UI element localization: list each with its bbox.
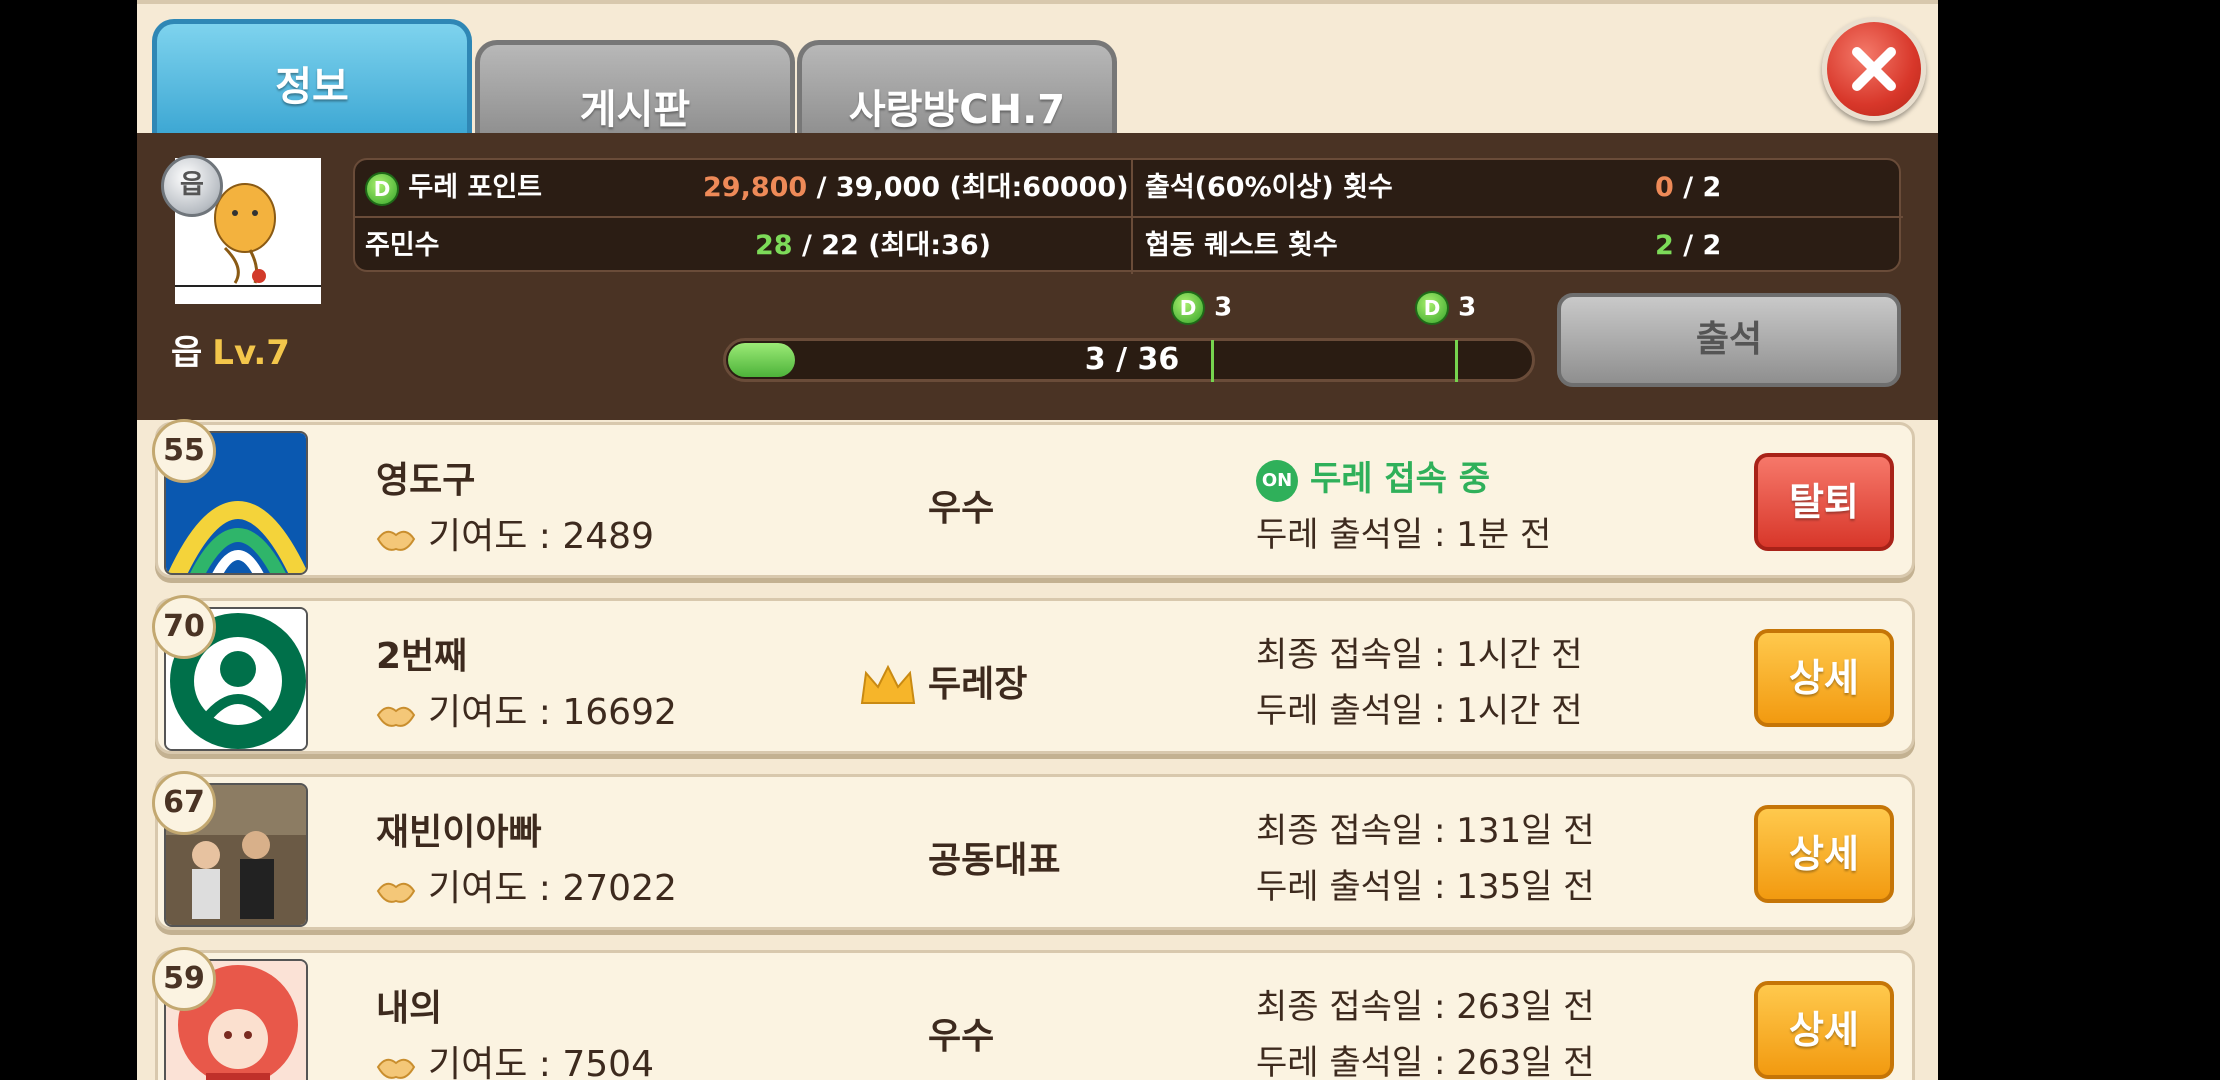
attendance-progress-bar: 3 / 36 <box>723 338 1535 382</box>
handshake-icon <box>376 882 416 903</box>
reward-marker: D 3 <box>1171 291 1232 325</box>
stat-coop-value: 2 / 2 <box>1655 218 1721 274</box>
member-row: 59 내의 기여도 : 7504 우수 최종 접속일 : 263일 전 두레 출… <box>152 947 1915 1080</box>
member-level-badge: 67 <box>152 771 216 835</box>
member-status-line2: 두레 출석일 : 263일 전 <box>1256 1043 1595 1080</box>
stat-label: 출석(60%이상) 횟수 <box>1145 172 1393 203</box>
handshake-icon <box>376 706 416 727</box>
contribution-text: 기여도 : 7504 <box>428 1044 654 1080</box>
divider <box>1131 160 1133 274</box>
guild-level: 읍 Lv.7 <box>171 325 290 374</box>
stat-attendance-label: 출석(60%이상) 횟수 <box>1145 160 1393 216</box>
member-role: 공동대표 <box>928 840 1061 881</box>
attend-button[interactable]: 출석 <box>1557 293 1901 387</box>
stat-rest: / 2 <box>1683 172 1722 203</box>
reward-value: 3 <box>1458 292 1477 323</box>
member-contribution: 기여도 : 16692 <box>376 683 677 735</box>
close-icon <box>1852 47 1896 91</box>
member-role: 우수 <box>928 488 995 529</box>
stat-current: 29,800 <box>703 172 808 203</box>
reward-marker: D 3 <box>1415 291 1476 325</box>
member-status-line1: 최종 접속일 : 1시간 전 <box>1256 635 1583 675</box>
grade-badge: 읍 <box>161 155 223 217</box>
member-status-line1: 최종 접속일 : 263일 전 <box>1256 987 1595 1027</box>
contribution-text: 기여도 : 16692 <box>428 692 677 733</box>
stat-label: 주민수 <box>365 230 440 261</box>
contribution-text: 기여도 : 2489 <box>428 516 654 557</box>
stat-points-label: D 두레 포인트 <box>365 160 542 216</box>
detail-button[interactable]: 상세 <box>1754 981 1894 1079</box>
member-contribution: 기여도 : 7504 <box>376 1035 654 1080</box>
guild-level-value: Lv.7 <box>212 333 290 373</box>
progress-text: 3 / 36 <box>1084 342 1180 377</box>
handshake-icon <box>376 530 416 551</box>
member-status-line2: 두레 출석일 : 1분 전 <box>1256 515 1552 555</box>
member-name: 재빈이아빠 <box>376 812 542 853</box>
stats-box: D 두레 포인트 29,800 / 39,000 (최대:60000) 주민수 … <box>353 158 1903 274</box>
detail-button[interactable]: 상세 <box>1754 805 1894 903</box>
stat-members-value: 28 / 22 (최대:36) <box>755 218 991 274</box>
member-row: 70 2번째 기여도 : 16692 두레장 최종 접속일 : 1시간 전 두레… <box>152 595 1915 754</box>
guild-info-panel: 읍 읍 Lv.7 D 두레 포인트 29,800 / 39,000 (최대:600… <box>137 133 1938 420</box>
member-status-line2: 두레 출석일 : 1시간 전 <box>1256 691 1583 731</box>
member-row: 55 영도구 기여도 : 2489 우수 ON 두레 접속 중 두레 출석일 : … <box>152 419 1915 578</box>
contribution-text: 기여도 : 27022 <box>428 868 677 909</box>
tab-info[interactable]: 정보 <box>152 19 472 139</box>
member-name: 내의 <box>376 988 443 1029</box>
member-role: 우수 <box>928 1016 995 1057</box>
close-button[interactable] <box>1822 17 1926 121</box>
tab-board[interactable]: 게시판 <box>475 40 795 140</box>
member-status-line2: 두레 출석일 : 135일 전 <box>1256 867 1595 907</box>
d-point-icon: D <box>365 171 399 206</box>
crown-icon <box>860 664 916 704</box>
stat-rest: / 39,000 (최대:60000) <box>816 172 1129 203</box>
member-contribution: 기여도 : 27022 <box>376 859 677 911</box>
stat-coop-label: 협동 퀘스트 횟수 <box>1145 218 1338 274</box>
detail-button[interactable]: 상세 <box>1754 629 1894 727</box>
stat-attendance-value: 0 / 2 <box>1655 160 1721 216</box>
progress-tick <box>1211 340 1214 382</box>
stat-members-label: 주민수 <box>365 218 440 274</box>
stat-current: 28 <box>755 230 793 261</box>
stat-label: 협동 퀘스트 횟수 <box>1145 230 1338 261</box>
member-name: 2번째 <box>376 636 468 677</box>
reward-value: 3 <box>1214 292 1233 323</box>
progress-tick <box>1455 340 1458 382</box>
stat-points-value: 29,800 / 39,000 (최대:60000) <box>703 160 1129 216</box>
online-status: 두레 접속 중 <box>1310 459 1491 499</box>
tab-chatroom[interactable]: 사랑방CH.7 <box>797 40 1117 140</box>
stat-current: 2 <box>1655 230 1674 261</box>
member-status-line1: ON 두레 접속 중 <box>1256 451 1490 502</box>
member-level-badge: 59 <box>152 947 216 1011</box>
member-role: 두레장 <box>858 655 1027 709</box>
stat-label: 두레 포인트 <box>408 172 543 203</box>
guild-screen: 정보 게시판 사랑방CH.7 읍 읍 Lv.7 D 두레 포인트 29,800 … <box>137 0 1938 1080</box>
role-text: 두레장 <box>928 664 1028 705</box>
stat-rest: / 2 <box>1683 230 1722 261</box>
handshake-icon <box>376 1058 416 1079</box>
stat-current: 0 <box>1655 172 1674 203</box>
online-icon: ON <box>1256 459 1298 502</box>
guild-grade: 읍 <box>171 333 203 373</box>
member-contribution: 기여도 : 2489 <box>376 507 654 559</box>
member-row: 67 재빈이아빠 기여도 : 27022 공동대표 최종 접속일 : 131일 … <box>152 771 1915 930</box>
member-name: 영도구 <box>376 460 476 501</box>
member-level-badge: 55 <box>152 419 216 483</box>
stat-rest: / 22 (최대:36) <box>801 230 991 261</box>
d-point-icon: D <box>1171 291 1205 325</box>
d-point-icon: D <box>1415 291 1449 325</box>
tab-bar: 정보 게시판 사랑방CH.7 <box>137 0 1938 140</box>
leave-button[interactable]: 탈퇴 <box>1754 453 1894 551</box>
member-level-badge: 70 <box>152 595 216 659</box>
member-status-line1: 최종 접속일 : 131일 전 <box>1256 811 1595 851</box>
